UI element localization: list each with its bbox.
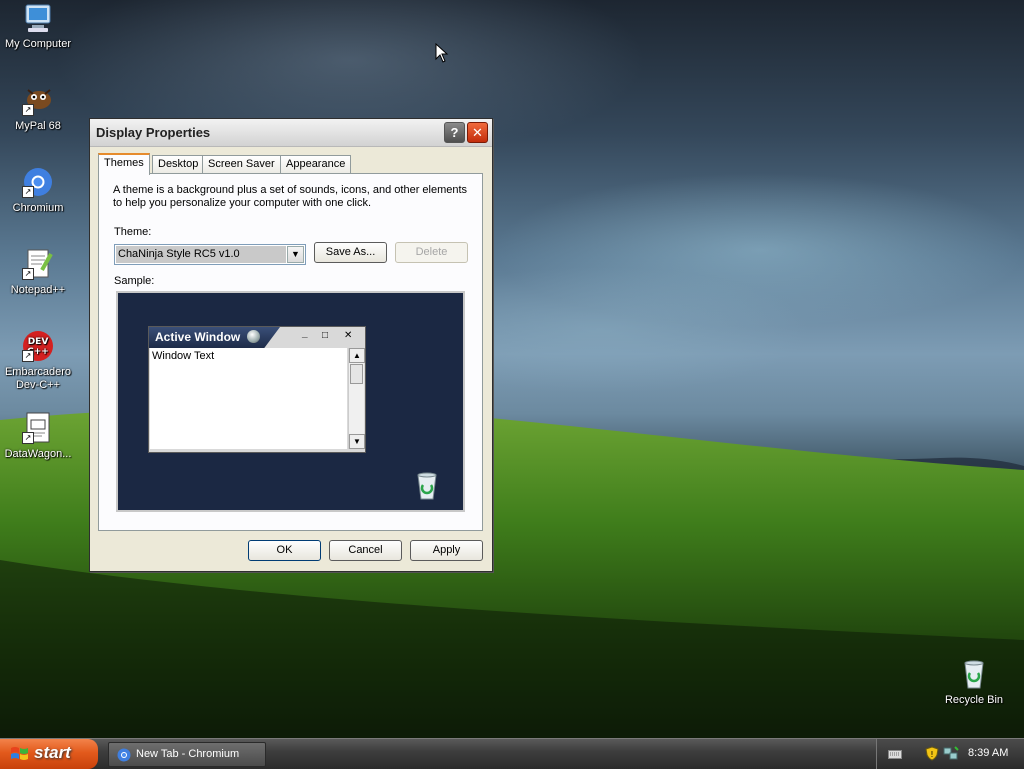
tab-themes[interactable]: Themes xyxy=(98,153,150,175)
taskbar: start New Tab - Chromium ! 8:39 AM xyxy=(0,738,1024,769)
shortcut-arrow-icon: ↗ xyxy=(22,350,34,362)
security-shield-icon[interactable]: ! xyxy=(925,746,939,761)
close-icon: ✕ xyxy=(344,330,353,341)
taskbar-item-chromium[interactable]: New Tab - Chromium xyxy=(108,742,266,767)
system-tray: ! 8:39 AM xyxy=(876,739,1024,769)
recycle-bin-icon xyxy=(958,658,990,690)
desktop-icon-label: Chromium xyxy=(12,202,64,214)
delete-button: Delete xyxy=(395,242,468,263)
chromium-icon xyxy=(117,748,131,762)
keyboard-icon[interactable] xyxy=(888,748,902,760)
maximize-icon: □ xyxy=(322,330,329,341)
scroll-down-icon: ▼ xyxy=(349,434,365,449)
scroll-up-icon: ▲ xyxy=(349,348,365,363)
apply-button[interactable]: Apply xyxy=(410,540,483,561)
tab-desktop[interactable]: Desktop xyxy=(152,155,205,173)
help-button[interactable]: ? xyxy=(444,122,465,143)
sample-scrollbar: ▲ ▼ xyxy=(348,348,365,449)
sample-label: Sample: xyxy=(114,275,155,287)
sample-recycle-bin-icon xyxy=(417,472,437,500)
desktop-icon-devcpp[interactable]: DEV C++ ↗ Embarcadero Dev-C++ xyxy=(0,330,80,392)
sample-window-title: Active Window xyxy=(155,330,241,344)
desktop-icon-chromium[interactable]: ↗ Chromium xyxy=(0,166,80,215)
desktop-icon-label: Recycle Bin xyxy=(944,694,1004,706)
network-icon[interactable] xyxy=(943,746,959,761)
theme-sample-preview: Active Window _ □ ✕ Window Text ▲ ▼ xyxy=(116,291,465,512)
taskbar-item-label: New Tab - Chromium xyxy=(136,748,240,760)
save-as-button[interactable]: Save As... xyxy=(314,242,387,263)
start-label: start xyxy=(34,743,71,762)
cancel-button[interactable]: Cancel xyxy=(329,540,402,561)
desktop-icon-datawagon[interactable]: ↗ DataWagon... xyxy=(0,412,80,461)
theme-label: Theme: xyxy=(114,226,152,238)
display-properties-dialog: Display Properties ? ✕ Themes Desktop Sc… xyxy=(89,118,493,572)
tab-appearance[interactable]: Appearance xyxy=(280,155,352,173)
sample-window-body: Window Text xyxy=(150,348,347,449)
desktop-icon-label: DataWagon... xyxy=(4,448,72,460)
computer-icon xyxy=(22,2,54,34)
chromium-icon: ↗ xyxy=(22,166,54,198)
orb-icon xyxy=(247,330,260,343)
shortcut-arrow-icon: ↗ xyxy=(22,186,34,198)
devcpp-icon: DEV C++ ↗ xyxy=(22,330,54,362)
close-button[interactable]: ✕ xyxy=(467,122,488,143)
desktop-icon-label-line2: Dev-C++ xyxy=(15,379,61,391)
sample-window-text: Window Text xyxy=(152,350,215,362)
desktop-icon-label-line1: Embarcadero xyxy=(4,366,72,378)
shortcut-arrow-icon: ↗ xyxy=(22,268,34,280)
desktop-icon-recycle-bin[interactable]: Recycle Bin xyxy=(932,658,1016,707)
desktop: My Computer ↗ MyPal 68 ↗ Chromium ↗ Note… xyxy=(0,0,1024,738)
desktop-icon-my-computer[interactable]: My Computer xyxy=(0,2,80,51)
clock: 8:39 AM xyxy=(968,747,1009,759)
theme-select[interactable]: ChaNinja Style RC5 v1.0 ▼ xyxy=(114,244,306,265)
shortcut-arrow-icon: ↗ xyxy=(22,104,34,116)
themes-panel: A theme is a background plus a set of so… xyxy=(98,173,483,531)
tab-screen-saver[interactable]: Screen Saver xyxy=(202,155,281,173)
sample-active-window: Active Window _ □ ✕ Window Text ▲ ▼ xyxy=(148,326,366,453)
dialog-title: Display Properties xyxy=(96,125,211,140)
mouse-cursor-icon xyxy=(435,43,449,63)
notepadpp-icon: ↗ xyxy=(22,248,54,280)
chevron-down-icon[interactable]: ▼ xyxy=(287,246,304,263)
document-icon: ↗ xyxy=(22,412,54,444)
desktop-icon-label: Notepad++ xyxy=(10,284,66,296)
desktop-icon-label: My Computer xyxy=(4,38,72,50)
scroll-thumb xyxy=(350,364,363,384)
desktop-icon-notepadpp[interactable]: ↗ Notepad++ xyxy=(0,248,80,297)
mypal-icon: ↗ xyxy=(22,84,54,116)
start-button[interactable]: start xyxy=(0,739,98,769)
themes-description: A theme is a background plus a set of so… xyxy=(113,184,468,209)
svg-text:DEV: DEV xyxy=(28,337,49,347)
shortcut-arrow-icon: ↗ xyxy=(22,432,34,444)
windows-flag-icon xyxy=(11,747,28,760)
ok-button[interactable]: OK xyxy=(248,540,321,561)
sample-window-titlebar: Active Window xyxy=(149,327,280,348)
theme-select-value: ChaNinja Style RC5 v1.0 xyxy=(116,246,286,263)
svg-text:!: ! xyxy=(930,750,933,759)
minimize-icon: _ xyxy=(302,328,308,339)
dialog-titlebar[interactable]: Display Properties ? ✕ xyxy=(90,119,492,147)
desktop-icon-label: MyPal 68 xyxy=(15,120,61,132)
desktop-icon-mypal[interactable]: ↗ MyPal 68 xyxy=(0,84,80,133)
